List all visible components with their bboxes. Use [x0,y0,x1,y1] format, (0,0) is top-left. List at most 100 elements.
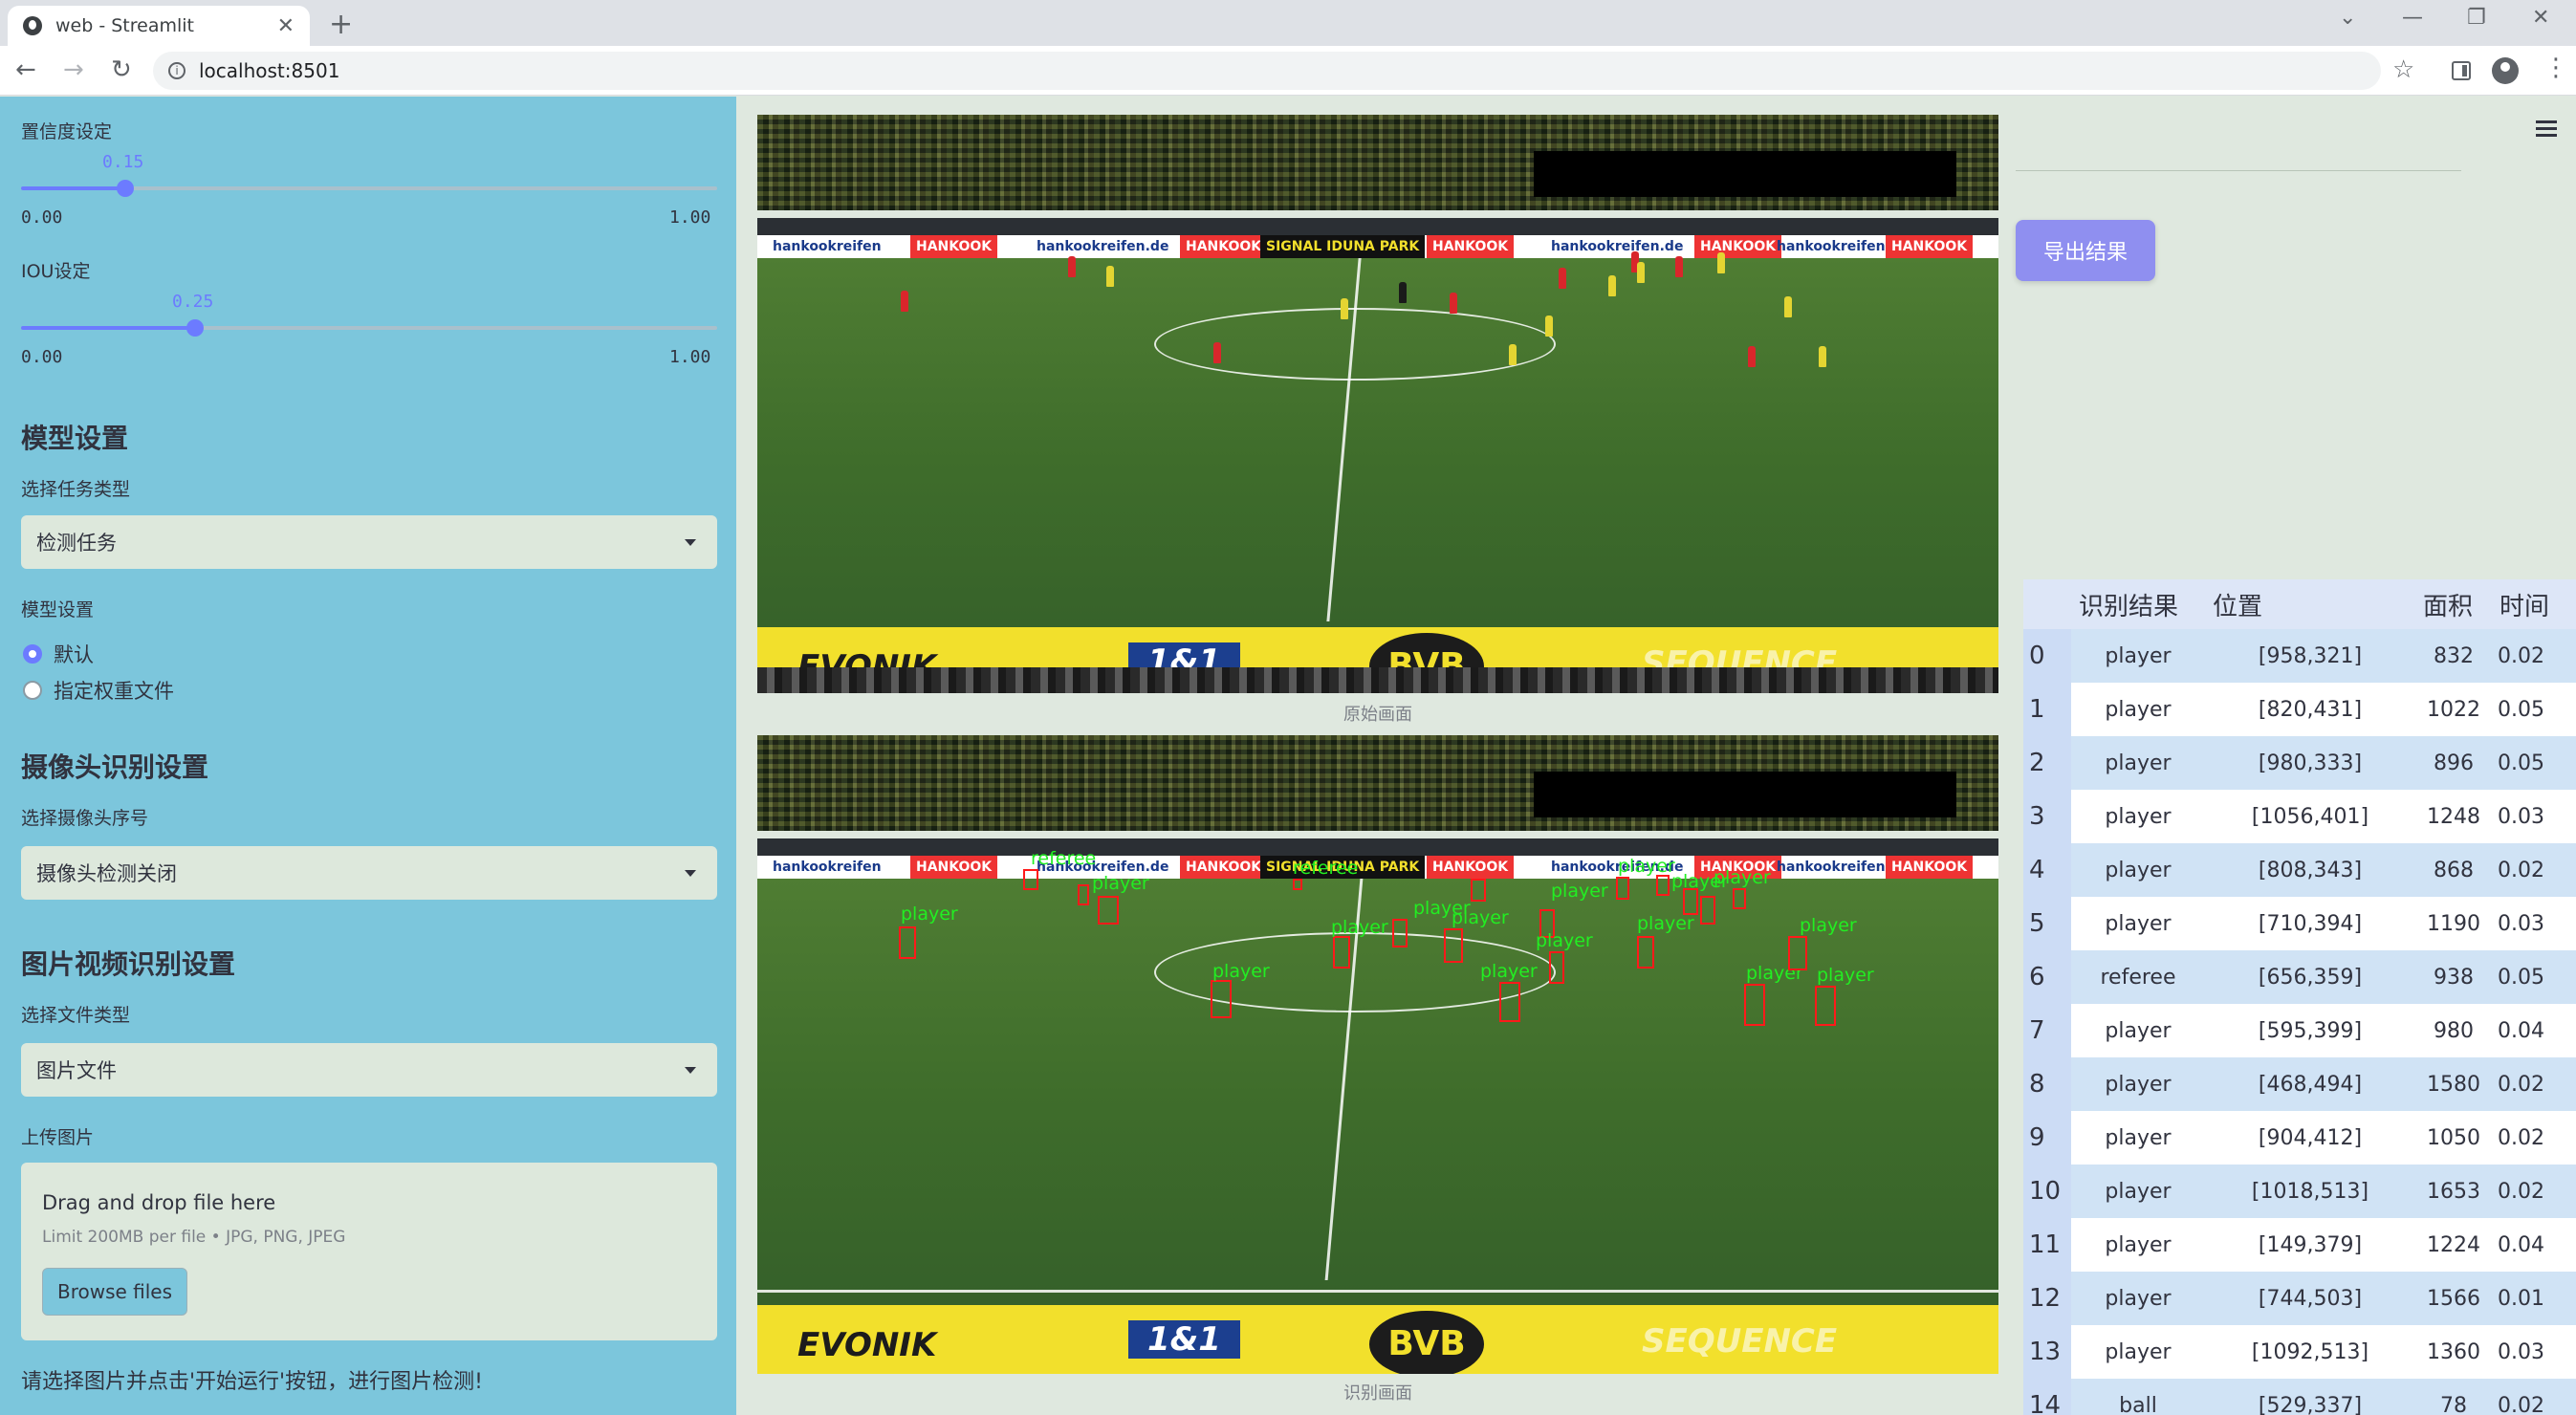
close-tab-icon[interactable]: ✕ [277,14,295,38]
detection-label: player [1551,881,1608,902]
redaction-box [1534,151,1956,197]
table-row[interactable]: 8 player [468,494] 1580 0.02 [2023,1057,2576,1111]
detection-box [1023,869,1038,890]
browser-menu-icon[interactable]: ⋮ [2543,54,2568,82]
cell-area: 832 [2415,629,2492,683]
cell-position: [595,399] [2205,1004,2415,1057]
table-row[interactable]: 0 player [958,321] 832 0.02 [2023,629,2576,683]
detection-label: player [1536,930,1593,951]
cell-class: player [2071,1111,2205,1165]
table-row[interactable]: 10 player [1018,513] 1653 0.02 [2023,1165,2576,1218]
board-text: SEQUENCE [1642,1322,1838,1361]
new-tab-icon[interactable]: + [329,8,353,41]
confidence-min: 0.00 [21,207,63,228]
ad-text: hankookreifen [773,239,882,254]
tab-search-chevron-icon[interactable]: ⌄ [2339,6,2356,30]
row-index: 6 [2023,950,2071,1004]
ad-text: hankookreifen [1777,239,1886,254]
table-row[interactable]: 13 player [1092,513] 1360 0.03 [2023,1325,2576,1379]
cell-position: [529,337] [2205,1379,2415,1415]
table-row[interactable]: 5 player [710,394] 1190 0.03 [2023,897,2576,950]
detection-label: referee [1031,848,1097,869]
hamburger-menu-icon[interactable] [2536,120,2557,123]
ad-text: HANKOOK [1427,235,1515,258]
restore-icon[interactable]: ❐ [2467,6,2486,30]
table-row[interactable]: 4 player [808,343] 868 0.02 [2023,843,2576,897]
detection-box [1333,936,1350,969]
back-icon[interactable]: ← [15,55,36,84]
cell-area: 1190 [2415,897,2492,950]
table-row[interactable]: 2 player [980,333] 896 0.05 [2023,736,2576,790]
cell-position: [744,503] [2205,1272,2415,1325]
detection-box [1815,986,1836,1026]
confidence-slider[interactable] [21,180,717,197]
browse-files-button[interactable]: Browse files [42,1268,187,1316]
col-header-area[interactable]: 面积 [2415,579,2492,629]
radio-default[interactable]: 默认 [23,640,94,668]
confidence-slider-thumb[interactable] [117,180,134,197]
cell-area: 1248 [2415,790,2492,843]
minimize-icon[interactable]: — [2402,6,2423,30]
task-type-select[interactable]: 检测任务 [21,515,717,569]
row-index: 10 [2023,1165,2071,1218]
detection-label: referee [1293,858,1359,879]
table-row[interactable]: 6 referee [656,359] 938 0.05 [2023,950,2576,1004]
profile-avatar-icon[interactable] [2492,57,2519,84]
ad-text: HANKOOK [1180,856,1268,879]
row-index: 8 [2023,1057,2071,1111]
row-index: 5 [2023,897,2071,950]
detection-label: player [1817,965,1874,986]
cell-position: [468,494] [2205,1057,2415,1111]
reload-icon[interactable]: ↻ [111,55,132,84]
detection-box [1211,980,1232,1018]
camera-index-label: 选择摄像头序号 [21,808,149,829]
detection-box [1444,928,1463,963]
file-type-select[interactable]: 图片文件 [21,1043,717,1097]
browser-tab[interactable]: web - Streamlit ✕ [8,6,310,46]
radio-custom-weights[interactable]: 指定权重文件 [23,676,174,705]
table-row[interactable]: 1 player [820,431] 1022 0.05 [2023,683,2576,736]
camera-index-select[interactable]: 摄像头检测关闭 [21,846,717,900]
forward-icon[interactable]: → [63,55,84,84]
cell-area: 1580 [2415,1057,2492,1111]
detection-label: player [1331,917,1388,938]
cell-class: player [2071,1272,2205,1325]
cell-time: 0.05 [2492,950,2576,1004]
bookmark-star-icon[interactable]: ☆ [2392,55,2414,84]
detection-label: player [901,903,958,925]
col-header-class[interactable]: 识别结果 [2071,579,2205,629]
table-row[interactable]: 9 player [904,412] 1050 0.02 [2023,1111,2576,1165]
site-info-icon[interactable]: i [168,62,186,79]
iou-slider-thumb[interactable] [186,319,204,337]
table-row[interactable]: 7 player [595,399] 980 0.04 [2023,1004,2576,1057]
ad-text: hankookreifen.de [1551,239,1684,254]
row-index: 2 [2023,736,2071,790]
radio-custom-weights-label: 指定权重文件 [54,680,174,703]
file-dropzone[interactable]: Drag and drop file here Limit 200MB per … [21,1163,717,1340]
radio-selected-icon[interactable] [23,644,42,664]
table-row[interactable]: 11 player [149,379] 1224 0.04 [2023,1218,2576,1272]
detection-box [1637,936,1654,969]
side-panel-icon[interactable] [2452,61,2471,80]
results-table[interactable]: 识别结果 位置 面积 时间 0 player [958,321] 832 0.02 1 pl… [2023,579,2576,1415]
iou-slider[interactable] [21,319,717,337]
cell-area: 1022 [2415,683,2492,736]
cell-time: 0.05 [2492,736,2576,790]
table-row[interactable]: 12 player [744,503] 1566 0.01 [2023,1272,2576,1325]
address-bar[interactable]: i localhost:8501 [153,52,2381,90]
detection-box [1733,888,1746,909]
row-index: 1 [2023,683,2071,736]
close-window-icon[interactable]: ✕ [2532,6,2549,30]
ad-text: HANKOOK [1427,856,1515,879]
cell-class: referee [2071,950,2205,1004]
col-header-time[interactable]: 时间 [2492,579,2576,629]
table-row[interactable]: 3 player [1056,401] 1248 0.03 [2023,790,2576,843]
index-header [2023,579,2071,629]
table-row[interactable]: 14 ball [529,337] 78 0.02 [2023,1379,2576,1415]
radio-unselected-icon[interactable] [23,681,42,700]
cell-area: 1360 [2415,1325,2492,1379]
col-header-position[interactable]: 位置 [2205,579,2415,629]
cell-area: 1653 [2415,1165,2492,1218]
upload-label: 上传图片 [21,1127,95,1148]
export-results-button[interactable]: 导出结果 [2016,220,2155,281]
